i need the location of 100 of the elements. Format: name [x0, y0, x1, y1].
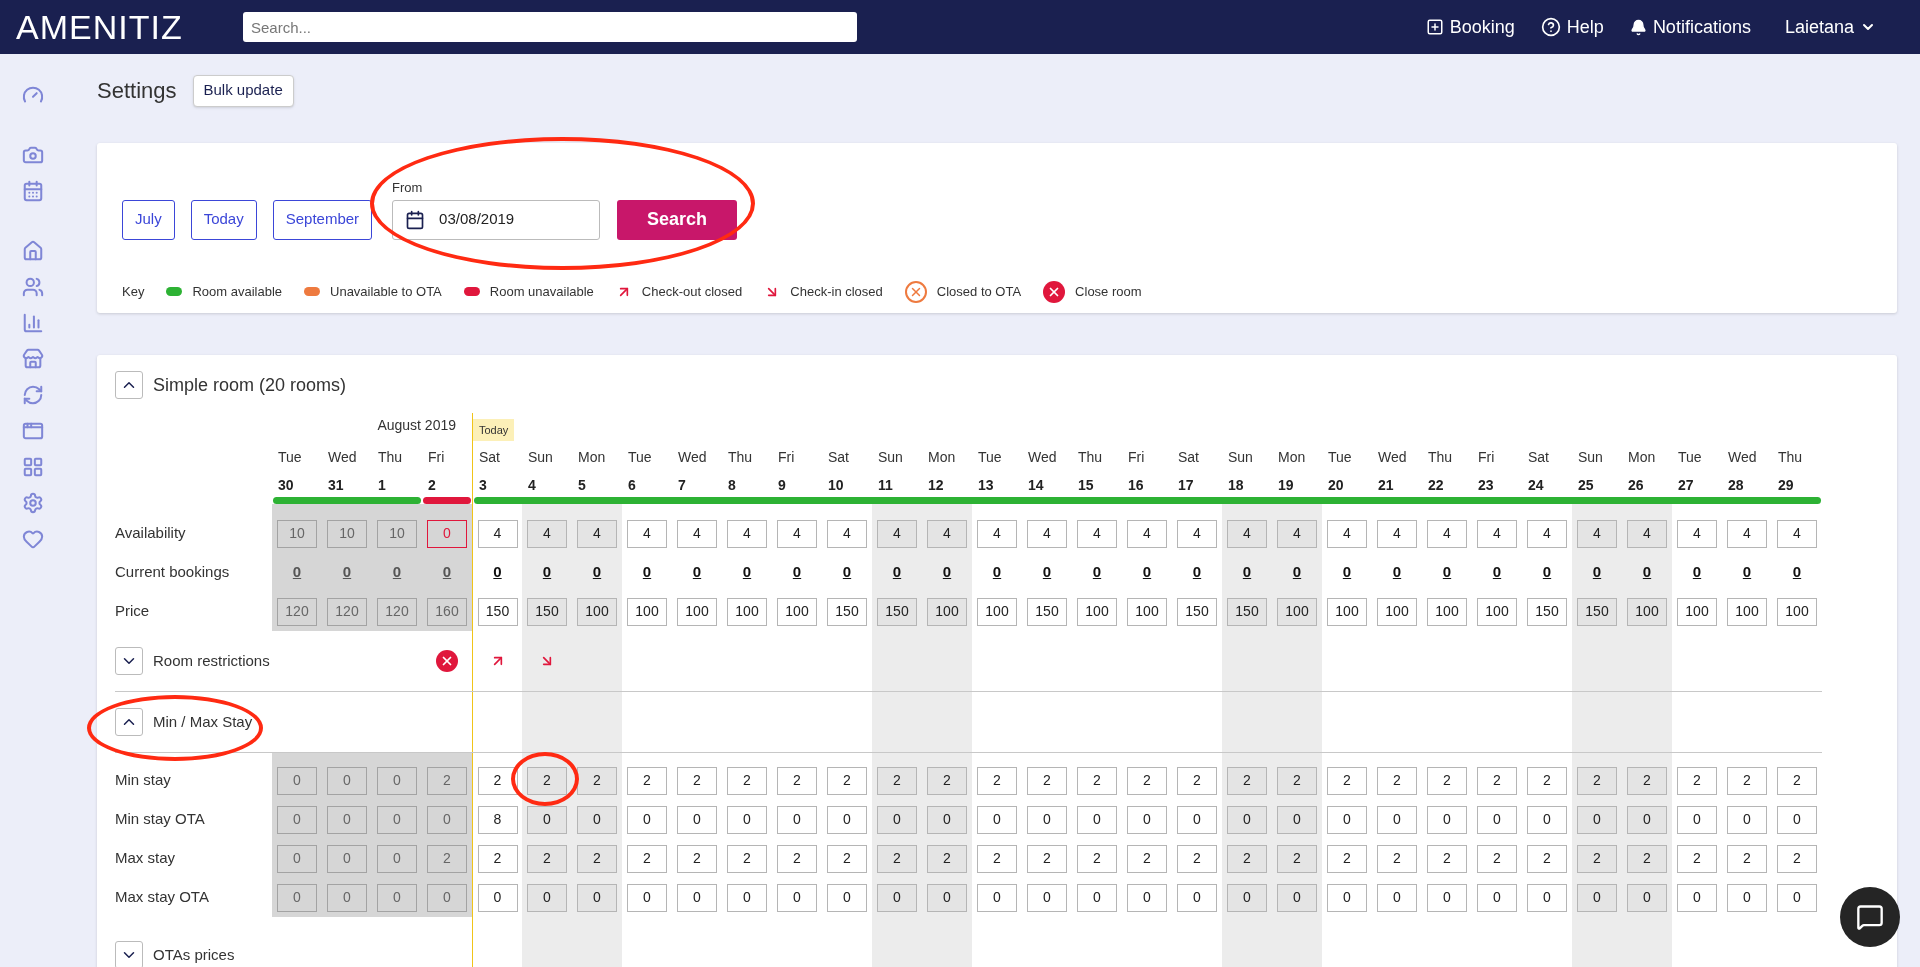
value-field[interactable]: 4: [1427, 519, 1467, 548]
value-field[interactable]: 4: [527, 519, 567, 548]
value-field[interactable]: 0: [827, 805, 867, 834]
value-field[interactable]: 0: [1127, 883, 1167, 912]
value-field[interactable]: 0: [727, 805, 767, 834]
value-field[interactable]: 0: [1577, 883, 1617, 912]
value-field[interactable]: 0: [1027, 805, 1067, 834]
bookings-link[interactable]: 0: [992, 561, 1002, 584]
refresh-icon[interactable]: [21, 384, 44, 406]
bookings-link[interactable]: 0: [742, 561, 752, 584]
value-field[interactable]: 2: [1027, 766, 1067, 795]
value-field[interactable]: 2: [1527, 766, 1567, 795]
bookings-link[interactable]: 0: [442, 561, 452, 584]
value-field[interactable]: 150: [827, 597, 867, 626]
nav-link[interactable]: Help: [1540, 13, 1604, 41]
value-field[interactable]: 0: [377, 844, 417, 873]
value-field[interactable]: 2: [977, 844, 1017, 873]
value-field[interactable]: 2: [827, 766, 867, 795]
nav-link[interactable]: Notifications: [1629, 13, 1751, 41]
value-field[interactable]: 0: [827, 883, 867, 912]
value-field[interactable]: 2: [1177, 844, 1217, 873]
heart-icon[interactable]: [21, 528, 44, 550]
period-button[interactable]: July: [122, 199, 175, 240]
value-field[interactable]: 2: [927, 766, 967, 795]
value-field[interactable]: 2: [1277, 766, 1317, 795]
value-field[interactable]: 100: [1477, 597, 1517, 626]
bookings-link[interactable]: 0: [1342, 561, 1352, 584]
room-toggle-button[interactable]: [115, 371, 143, 399]
value-field[interactable]: 100: [977, 597, 1017, 626]
bookings-link[interactable]: 0: [1642, 561, 1652, 584]
value-field[interactable]: 4: [877, 519, 917, 548]
value-field[interactable]: 0: [1277, 805, 1317, 834]
value-field[interactable]: 2: [727, 766, 767, 795]
value-field[interactable]: 4: [1727, 519, 1767, 548]
bookings-link[interactable]: 0: [1092, 561, 1102, 584]
bookings-link[interactable]: 0: [292, 561, 302, 584]
settings-icon[interactable]: [21, 492, 44, 514]
value-field[interactable]: 2: [1577, 844, 1617, 873]
value-field[interactable]: 2: [1077, 766, 1117, 795]
bookings-link[interactable]: 0: [1192, 561, 1202, 584]
value-field[interactable]: 2: [1227, 766, 1267, 795]
value-field[interactable]: 0: [327, 883, 367, 912]
bookings-link[interactable]: 0: [1242, 561, 1252, 584]
value-field[interactable]: 2: [1127, 844, 1167, 873]
value-field[interactable]: 0: [327, 805, 367, 834]
value-field[interactable]: 0: [777, 883, 817, 912]
bookings-link[interactable]: 0: [342, 561, 352, 584]
value-field[interactable]: 0: [277, 766, 317, 795]
value-field[interactable]: 2: [877, 844, 917, 873]
value-field[interactable]: 2: [1577, 766, 1617, 795]
value-field[interactable]: 4: [1327, 519, 1367, 548]
value-field[interactable]: 0: [1777, 805, 1817, 834]
value-field[interactable]: 2: [1777, 766, 1817, 795]
value-field[interactable]: 0: [1527, 883, 1567, 912]
value-field[interactable]: 100: [577, 597, 617, 626]
value-field[interactable]: 150: [877, 597, 917, 626]
value-field[interactable]: 0: [977, 805, 1017, 834]
value-field[interactable]: 0: [1427, 883, 1467, 912]
value-field[interactable]: 100: [1427, 597, 1467, 626]
value-field[interactable]: 4: [1227, 519, 1267, 548]
value-field[interactable]: 2: [527, 766, 567, 795]
value-field[interactable]: 150: [1227, 597, 1267, 626]
value-field[interactable]: 2: [427, 844, 467, 873]
bookings-link[interactable]: 0: [642, 561, 652, 584]
search-button[interactable]: Search: [617, 199, 738, 240]
value-field[interactable]: 10: [277, 519, 317, 548]
value-field[interactable]: 2: [1427, 844, 1467, 873]
value-field[interactable]: 4: [627, 519, 667, 548]
value-field[interactable]: 150: [1177, 597, 1217, 626]
value-field[interactable]: 2: [627, 766, 667, 795]
bar-chart-icon[interactable]: [21, 312, 44, 334]
value-field[interactable]: 4: [927, 519, 967, 548]
value-field[interactable]: 100: [677, 597, 717, 626]
value-field[interactable]: 100: [1677, 597, 1717, 626]
bookings-link[interactable]: 0: [942, 561, 952, 584]
user-menu[interactable]: Laietana: [1784, 13, 1876, 41]
value-field[interactable]: 0: [1327, 805, 1367, 834]
section-toggle-button[interactable]: [115, 708, 143, 736]
value-field[interactable]: 4: [577, 519, 617, 548]
value-field[interactable]: 4: [977, 519, 1017, 548]
users-icon[interactable]: [21, 276, 44, 298]
value-field[interactable]: 4: [1127, 519, 1167, 548]
value-field[interactable]: 100: [1077, 597, 1117, 626]
bookings-link[interactable]: 0: [1492, 561, 1502, 584]
value-field[interactable]: 0: [1027, 883, 1067, 912]
value-field[interactable]: 0: [1677, 805, 1717, 834]
value-field[interactable]: 100: [1727, 597, 1767, 626]
section-toggle-button[interactable]: [115, 647, 143, 675]
value-field[interactable]: 2: [627, 844, 667, 873]
value-field[interactable]: 2: [477, 844, 518, 873]
search-field[interactable]: Search...: [243, 12, 857, 42]
bookings-link[interactable]: 0: [1542, 561, 1552, 584]
value-field[interactable]: 0: [277, 883, 317, 912]
value-field[interactable]: 2: [1227, 844, 1267, 873]
value-field[interactable]: 0: [1727, 805, 1767, 834]
value-field[interactable]: 2: [977, 766, 1017, 795]
bookings-link[interactable]: 0: [1692, 561, 1702, 584]
value-field[interactable]: 4: [1077, 519, 1117, 548]
value-field[interactable]: 0: [1627, 883, 1667, 912]
value-field[interactable]: 2: [427, 766, 467, 795]
